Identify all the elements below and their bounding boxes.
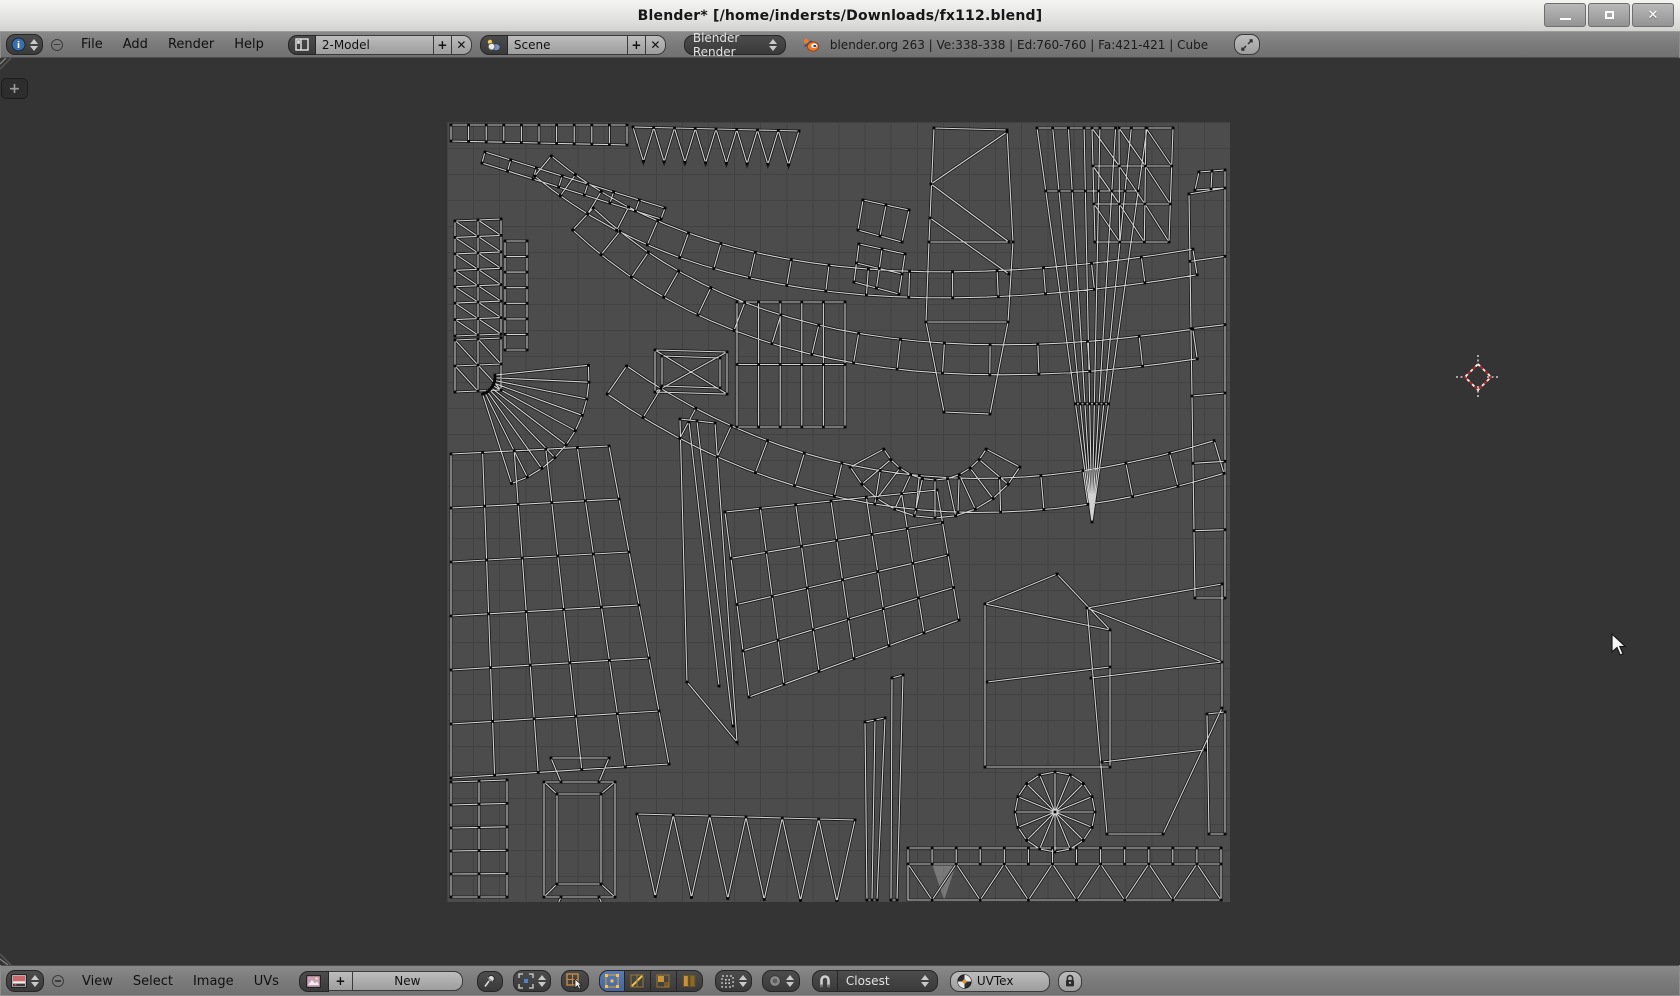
area-corner-grip-bottomleft[interactable] (0, 951, 14, 965)
mouse-pointer (1608, 632, 1630, 658)
browse-image-button[interactable] (299, 971, 329, 992)
scene-name-field[interactable]: Scene (508, 35, 628, 55)
render-engine-arrows (769, 39, 777, 51)
render-engine-value: Blender Render (693, 31, 765, 59)
editor-switch-arrows (30, 39, 38, 51)
fullscreen-icon (1240, 38, 1254, 52)
collapse-menus-icon-bottom[interactable] (52, 975, 64, 987)
maximize-icon (1605, 11, 1614, 19)
menu-render[interactable]: Render (158, 37, 224, 52)
lock-icon (1064, 974, 1076, 988)
menu-add[interactable]: Add (113, 37, 158, 52)
select-mode-vertex-button[interactable] (599, 970, 625, 992)
editor-type-dropdown-image[interactable] (6, 970, 44, 992)
menu-file[interactable]: File (71, 37, 113, 52)
screen-layout-name: 2-Model (322, 38, 370, 52)
edge-mode-icon (630, 974, 644, 988)
maximize-button[interactable] (1588, 3, 1630, 27)
magnet-icon (818, 974, 832, 989)
expand-region-button[interactable]: + (1, 78, 28, 99)
minimize-button[interactable] (1544, 3, 1586, 27)
uv-unwrap-mesh[interactable] (447, 122, 1230, 902)
scene-statistics: blender.org 263 | Ve:338-338 | Ed:760-76… (830, 38, 1208, 52)
screen-layout-name-field[interactable]: 2-Model (316, 35, 434, 55)
screen-layout-selector: 2-Model + ✕ (288, 35, 472, 55)
snap-element-dropdown[interactable]: Closest (838, 970, 938, 992)
snap-element-value: Closest (846, 974, 890, 988)
uv-sync-selection-toggle[interactable] (561, 970, 589, 992)
snap-toggle-button[interactable] (812, 970, 838, 992)
image-datablock-selector: + New (299, 971, 463, 992)
select-mode-island-button[interactable] (677, 970, 703, 992)
vertex-mode-icon (605, 974, 619, 988)
select-mode-face-button[interactable] (651, 970, 677, 992)
sticky-selection-icon (720, 974, 735, 989)
new-image-plus-button[interactable]: + (329, 971, 353, 991)
info-header: i File Add Render Help 2-Model + ✕ (0, 32, 1680, 58)
pivot-arrows (538, 975, 546, 987)
window-controls: ✕ (1544, 3, 1674, 27)
face-mode-icon (656, 974, 670, 988)
uv-map-selector[interactable]: UVTex (950, 971, 1050, 992)
snap-settings: Closest (812, 970, 938, 992)
pin-button[interactable] (477, 971, 503, 992)
new-image-button[interactable]: New (353, 971, 463, 991)
uv-sync-icon (566, 973, 583, 989)
editor-switch-arrows-bottom (31, 975, 39, 987)
uv-editor-header: View Select Image UVs + New (0, 965, 1680, 996)
select-mode-edge-button[interactable] (625, 970, 651, 992)
blender-window: Blender* [/home/indersts/Downloads/fx112… (0, 0, 1680, 996)
menu-image[interactable]: Image (183, 974, 244, 989)
browse-image-icon (306, 975, 321, 988)
fullscreen-toggle-button[interactable] (1234, 34, 1260, 55)
info-editor-icon: i (11, 37, 26, 52)
scene-icon (486, 38, 501, 52)
uv-image-editor-canvas[interactable]: + (0, 58, 1680, 965)
close-button[interactable]: ✕ (1632, 3, 1674, 27)
render-engine-dropdown[interactable]: Blender Render (684, 35, 786, 55)
pin-icon (483, 974, 496, 988)
minimize-icon (1560, 18, 1571, 20)
uv-grid-square[interactable] (447, 122, 1230, 902)
titlebar: Blender* [/home/indersts/Downloads/fx112… (0, 0, 1680, 32)
snap-arrows (921, 975, 929, 987)
scene-icon-button[interactable] (480, 35, 508, 55)
uv-texture-icon (957, 974, 972, 989)
menu-uvs[interactable]: UVs (244, 974, 289, 989)
proportional-edit-dropdown[interactable] (762, 970, 800, 992)
sticky-selection-dropdown[interactable] (715, 970, 752, 992)
uv-selection-mode-buttons (599, 970, 703, 992)
add-scene-button[interactable]: + (628, 35, 646, 55)
image-editor-icon (11, 974, 27, 988)
menu-select[interactable]: Select (123, 974, 183, 989)
pivot-center-icon (518, 973, 534, 989)
area-corner-grip-topleft[interactable] (0, 58, 14, 72)
window-title: Blender* [/home/indersts/Downloads/fx112… (638, 8, 1043, 24)
editor-type-dropdown-info[interactable]: i (6, 34, 43, 55)
screen-layout-icon-button[interactable] (288, 35, 316, 55)
uv-2d-cursor[interactable] (1456, 355, 1500, 399)
menu-view[interactable]: View (72, 974, 123, 989)
proportional-edit-icon (768, 974, 782, 988)
screen-layout-icon (295, 38, 309, 51)
svg-text:i: i (17, 41, 20, 51)
delete-screen-button[interactable]: ✕ (452, 35, 472, 55)
uv-map-name: UVTex (977, 974, 1014, 988)
menu-help[interactable]: Help (224, 37, 274, 52)
add-screen-button[interactable]: + (434, 35, 452, 55)
delete-scene-button[interactable]: ✕ (646, 35, 666, 55)
blender-logo-icon (802, 37, 820, 53)
sticky-arrows (739, 975, 747, 987)
uv-map-lock-button[interactable] (1058, 971, 1082, 992)
scene-name: Scene (514, 38, 551, 52)
collapse-menus-icon[interactable] (51, 39, 63, 51)
scene-selector: Scene + ✕ (480, 35, 666, 55)
proportional-arrows (786, 975, 794, 987)
island-mode-icon (682, 974, 696, 988)
pivot-point-dropdown[interactable] (513, 970, 551, 992)
